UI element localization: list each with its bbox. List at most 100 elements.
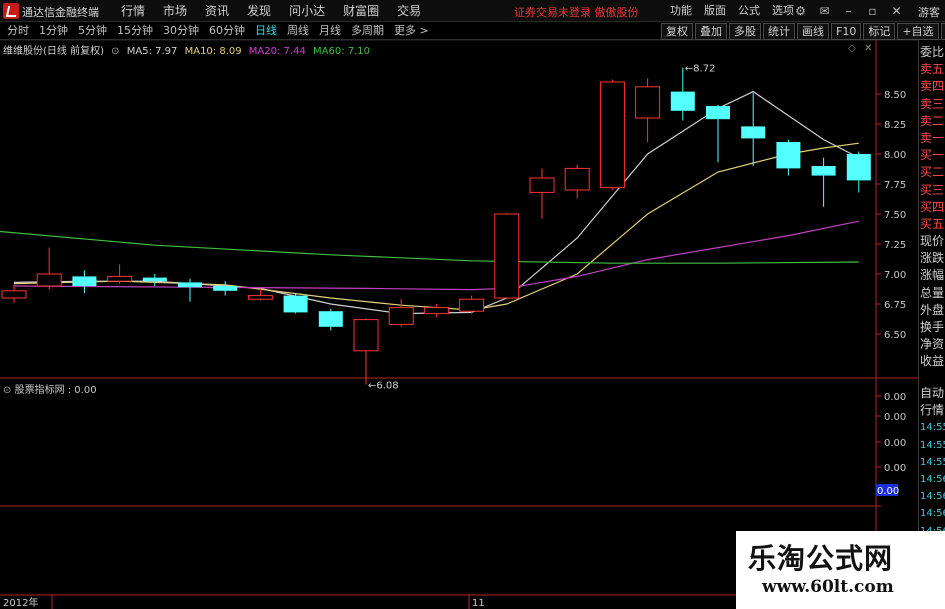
quote-label: 买五 [920, 216, 945, 231]
quote-label: 换手 [920, 320, 945, 334]
restore-icon[interactable]: ▫ [864, 3, 881, 19]
menu-discover[interactable]: 发现 [238, 3, 280, 19]
quote-label: 涨幅 [920, 268, 945, 283]
quote-label: 卖四 [920, 79, 945, 94]
ma5-line [13, 90, 860, 315]
menu-wealth[interactable]: 财富圈 [334, 3, 388, 19]
tick-time: 14:56 [920, 473, 945, 485]
menu-formula[interactable]: 公式 [732, 3, 766, 19]
tab-multi-period[interactable]: 多周期 [346, 23, 389, 39]
tab-30min[interactable]: 30分钟 [158, 23, 204, 39]
quote-label: 买二 [920, 165, 945, 180]
guest-label[interactable]: 游客 [918, 4, 940, 20]
main-menu: 行情 市场 资讯 发现 问小达 财富圈 交易 [112, 3, 430, 19]
statistics-button[interactable]: 统计 [763, 23, 795, 40]
add-watchlist-button[interactable]: +自选 [897, 23, 939, 40]
multi-stock-button[interactable]: 多股 [729, 23, 761, 40]
watermark: 乐淘公式网 www.60lt.com [736, 531, 945, 609]
quote-label: 卖五 [920, 62, 945, 77]
candle-body [213, 286, 238, 291]
candle-body [36, 273, 62, 287]
auto-quote-label[interactable]: 行情 [919, 402, 945, 419]
adjust-button[interactable]: 复权 [661, 23, 693, 40]
candle-down [72, 270, 97, 294]
candle-body [670, 91, 695, 111]
menu-functions[interactable]: 功能 [664, 3, 698, 19]
price-tick-label: 7.00 [884, 270, 906, 281]
right-menu: 功能 版面 公式 选项 [664, 3, 800, 19]
auto-quote-label[interactable]: 自动 [919, 385, 945, 402]
price-tick-label: 6.50 [884, 330, 906, 341]
candle-body [283, 295, 308, 313]
broker-login-notice[interactable]: 证券交易未登录 傲傲股份 [514, 4, 639, 20]
price-tick-label: 8.00 [884, 150, 906, 161]
tab-monthly[interactable]: 月线 [314, 23, 346, 39]
candle-down [776, 139, 801, 176]
candle-up [564, 164, 590, 199]
price-tick-label: 8.25 [884, 120, 906, 131]
price-tick-label: 7.50 [884, 210, 906, 221]
menu-quotes[interactable]: 行情 [112, 3, 154, 19]
app-title: 通达信金融终端 [22, 6, 99, 19]
back-button[interactable]: 返回 [940, 23, 945, 40]
tab-more[interactable]: 更多 > [389, 23, 434, 39]
expand-icon[interactable]: ◇ [848, 43, 856, 54]
draw-line-button[interactable]: 画线 [797, 23, 829, 40]
tab-1min[interactable]: 1分钟 [34, 23, 73, 39]
candle-down [706, 104, 730, 163]
quote-label: 卖二 [920, 113, 945, 128]
minimize-icon[interactable]: – [840, 3, 857, 19]
chart-tool-buttons: 复权 叠加 多股 统计 画线 F10 标记 +自选 返回 [661, 23, 945, 40]
candle-body [388, 307, 414, 325]
indicator-current-value: 0.00 [877, 486, 899, 497]
tab-weekly[interactable]: 周线 [282, 23, 314, 39]
app-logo-icon [3, 3, 19, 19]
quote-label: 净资 [920, 337, 945, 352]
tab-daily[interactable]: 日线 [250, 23, 282, 39]
candle-down [846, 151, 871, 193]
candle-up [36, 247, 62, 290]
menu-layout[interactable]: 版面 [698, 3, 732, 19]
close-icon[interactable]: ✕ [888, 3, 905, 19]
mark-button[interactable]: 标记 [863, 23, 896, 40]
title-bar: 通达信金融终端 行情 市场 资讯 发现 问小达 财富圈 交易 证券交易未登录 傲… [0, 0, 945, 22]
menu-market[interactable]: 市场 [154, 3, 196, 19]
tab-timeshare[interactable]: 分时 [2, 23, 34, 39]
price-tick-label: 6.75 [884, 300, 906, 311]
indicator-title[interactable]: 股票指标网 : 0.00 [15, 385, 97, 396]
indicator-settings-icon[interactable]: ⊙ [3, 385, 11, 396]
close-pane-icon[interactable]: ✕ [864, 43, 872, 54]
candle-up [599, 79, 625, 190]
kline-chart[interactable]: ◇ ✕ 8.50 8.25 8.00 7.75 7.50 7.25 7.00 6.75 6.50… [0, 40, 918, 609]
high-price-marker: ←8.72 [685, 64, 716, 75]
ma10-label: MA10: 8.09 [184, 46, 242, 57]
menu-ask[interactable]: 问小达 [280, 3, 334, 19]
order-book-labels: 委比 卖五 卖四 卖三 卖二 卖一 买一 买二 买三 买四 买五 现价 涨跌 涨幅 总量 外盘 换手 净资 收益 [919, 44, 944, 371]
quote-label: 委比 [920, 45, 945, 59]
candle-body [846, 154, 871, 181]
ma60-line [0, 230, 859, 264]
candle-body [1, 290, 27, 299]
ma10-line [13, 142, 859, 311]
stock-title[interactable]: 维维股份(日线 前复权) [3, 46, 104, 57]
candle-body [107, 275, 133, 282]
candle-body [635, 86, 661, 119]
menu-trade[interactable]: 交易 [388, 3, 430, 19]
candle-body [353, 319, 379, 352]
watermark-title: 乐淘公式网 [748, 542, 894, 575]
tab-5min[interactable]: 5分钟 [73, 23, 112, 39]
quote-label: 买三 [920, 182, 945, 197]
tab-15min[interactable]: 15分钟 [112, 23, 158, 39]
period-toolbar: 分时 1分钟 5分钟 15分钟 30分钟 60分钟 日线 周线 月线 多周期 更… [0, 22, 945, 40]
gear-icon[interactable]: ⚙ [792, 3, 809, 19]
candle-up [388, 299, 414, 327]
menu-news[interactable]: 资讯 [196, 3, 238, 19]
f10-button[interactable]: F10 [831, 23, 862, 40]
overlay-button[interactable]: 叠加 [695, 23, 727, 40]
candle-down [811, 157, 836, 207]
tab-60min[interactable]: 60分钟 [204, 23, 250, 39]
quote-label: 外盘 [920, 302, 945, 317]
settings-circle-icon[interactable]: ⊙ [111, 46, 119, 57]
mail-icon[interactable]: ✉ [816, 3, 833, 19]
ma60-label: MA60: 7.10 [313, 46, 371, 57]
